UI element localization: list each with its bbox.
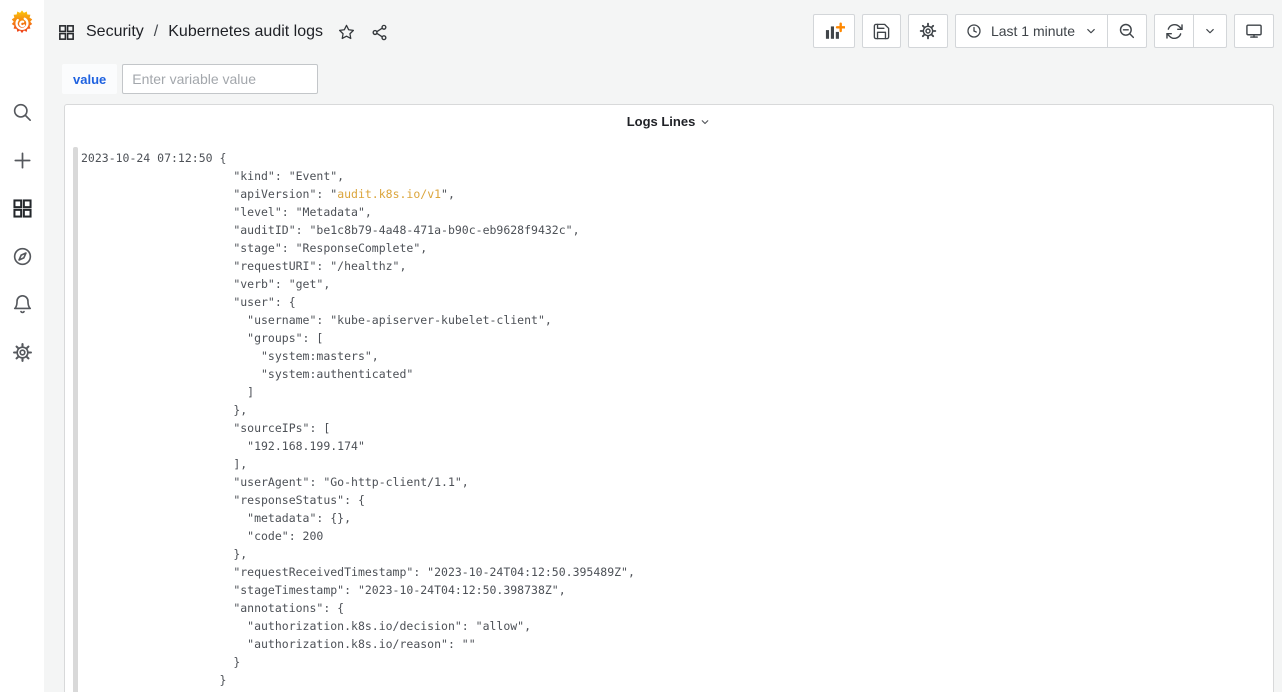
log-scrollbar[interactable]	[73, 147, 78, 692]
log-line: "user": {	[81, 293, 1269, 311]
dashboard-toolbar: Last 1 minute	[813, 14, 1274, 48]
log-line: "userAgent": "Go-http-client/1.1",	[81, 473, 1269, 491]
share-icon[interactable]	[370, 23, 389, 42]
bell-icon	[11, 293, 34, 316]
log-line: ]	[81, 383, 1269, 401]
sidebar-item-alerting[interactable]	[9, 291, 35, 317]
log-line: },	[81, 545, 1269, 563]
star-icon[interactable]	[337, 23, 356, 42]
log-line: "stageTimestamp": "2023-10-24T04:12:50.3…	[81, 581, 1269, 599]
log-line: "requestReceivedTimestamp": "2023-10-24T…	[81, 563, 1269, 581]
breadcrumb-dashboard-title[interactable]: Kubernetes audit logs	[168, 23, 323, 41]
add-panel-button[interactable]	[813, 14, 855, 48]
log-line: "apiVersion": "audit.k8s.io/v1",	[81, 185, 1269, 203]
highlighted-match: audit.k8s.io/v1	[337, 187, 441, 201]
log-line: "system:masters",	[81, 347, 1269, 365]
dashboards-grid-icon	[11, 197, 34, 220]
log-line: "sourceIPs": [	[81, 419, 1269, 437]
log-line: "metadata": {},	[81, 509, 1269, 527]
panel-title: Logs Lines	[627, 114, 696, 129]
chevron-down-icon	[699, 116, 711, 128]
time-range-label: Last 1 minute	[991, 23, 1075, 39]
log-line: }	[81, 653, 1269, 671]
log-lines: 2023-10-24 07:12:50 { "kind": "Event", "…	[81, 149, 1269, 692]
chevron-down-icon	[1203, 24, 1217, 38]
log-line: 2023-10-24 07:12:50 {	[81, 149, 1269, 167]
compass-icon	[11, 245, 34, 268]
refresh-icon	[1165, 22, 1184, 41]
log-line: },	[81, 401, 1269, 419]
log-line: "authorization.k8s.io/reason": ""	[81, 635, 1269, 653]
zoom-out-icon	[1117, 21, 1137, 41]
grafana-logo-icon[interactable]	[8, 8, 36, 38]
log-line: "level": "Metadata",	[81, 203, 1269, 221]
log-line: ],	[81, 455, 1269, 473]
time-picker-button[interactable]: Last 1 minute	[956, 15, 1107, 47]
panel-title-menu[interactable]: Logs Lines	[65, 105, 1273, 137]
breadcrumb-separator: /	[154, 23, 158, 41]
variable-value-input[interactable]	[122, 64, 318, 94]
cycle-view-mode-button[interactable]	[1234, 14, 1274, 48]
sidebar-item-create[interactable]	[9, 147, 35, 173]
add-panel-icon	[823, 20, 845, 42]
log-line: "kind": "Event",	[81, 167, 1269, 185]
sidebar-item-configuration[interactable]	[9, 339, 35, 365]
save-dashboard-button[interactable]	[862, 14, 901, 48]
log-line: "requestURI": "/healthz",	[81, 257, 1269, 275]
log-line: "verb": "get",	[81, 275, 1269, 293]
log-line: "auditID": "be1c8b79-4a48-471a-b90c-eb96…	[81, 221, 1269, 239]
monitor-icon	[1244, 21, 1264, 41]
log-line: "stage": "ResponseComplete",	[81, 239, 1269, 257]
log-line: "code": 200	[81, 527, 1269, 545]
gear-icon	[11, 341, 34, 364]
template-variable-row: value	[62, 64, 318, 94]
logs-panel: Logs Lines 2023-10-24 07:12:50 { "kind":…	[64, 104, 1274, 692]
breadcrumb-folder[interactable]: Security	[86, 23, 144, 41]
log-line: "annotations": {	[81, 599, 1269, 617]
refresh-interval-button[interactable]	[1194, 15, 1226, 47]
plus-icon	[11, 149, 34, 172]
search-icon	[11, 101, 34, 124]
save-icon	[872, 22, 891, 41]
sidebar-item-dashboards[interactable]	[9, 195, 35, 221]
sidebar-item-explore[interactable]	[9, 243, 35, 269]
dashboard-settings-button[interactable]	[908, 14, 948, 48]
log-line: "system:authenticated"	[81, 365, 1269, 383]
log-line: "192.168.199.174"	[81, 437, 1269, 455]
variable-label: value	[62, 64, 117, 94]
settings-gear-icon	[918, 21, 938, 41]
refresh-group	[1154, 14, 1227, 48]
log-line: "groups": [	[81, 329, 1269, 347]
zoom-out-time-button[interactable]	[1108, 15, 1146, 47]
dashboard-grid-icon	[57, 23, 76, 42]
clock-icon	[965, 22, 983, 40]
sidebar-item-search[interactable]	[9, 99, 35, 125]
sidebar	[0, 0, 44, 692]
log-line: }	[81, 671, 1269, 689]
chevron-down-icon	[1084, 24, 1098, 38]
breadcrumb: Security / Kubernetes audit logs	[57, 20, 389, 44]
log-line: "authorization.k8s.io/decision": "allow"…	[81, 617, 1269, 635]
log-line: "responseStatus": {	[81, 491, 1269, 509]
refresh-button[interactable]	[1155, 15, 1193, 47]
log-line: "username": "kube-apiserver-kubelet-clie…	[81, 311, 1269, 329]
time-controls-group: Last 1 minute	[955, 14, 1147, 48]
